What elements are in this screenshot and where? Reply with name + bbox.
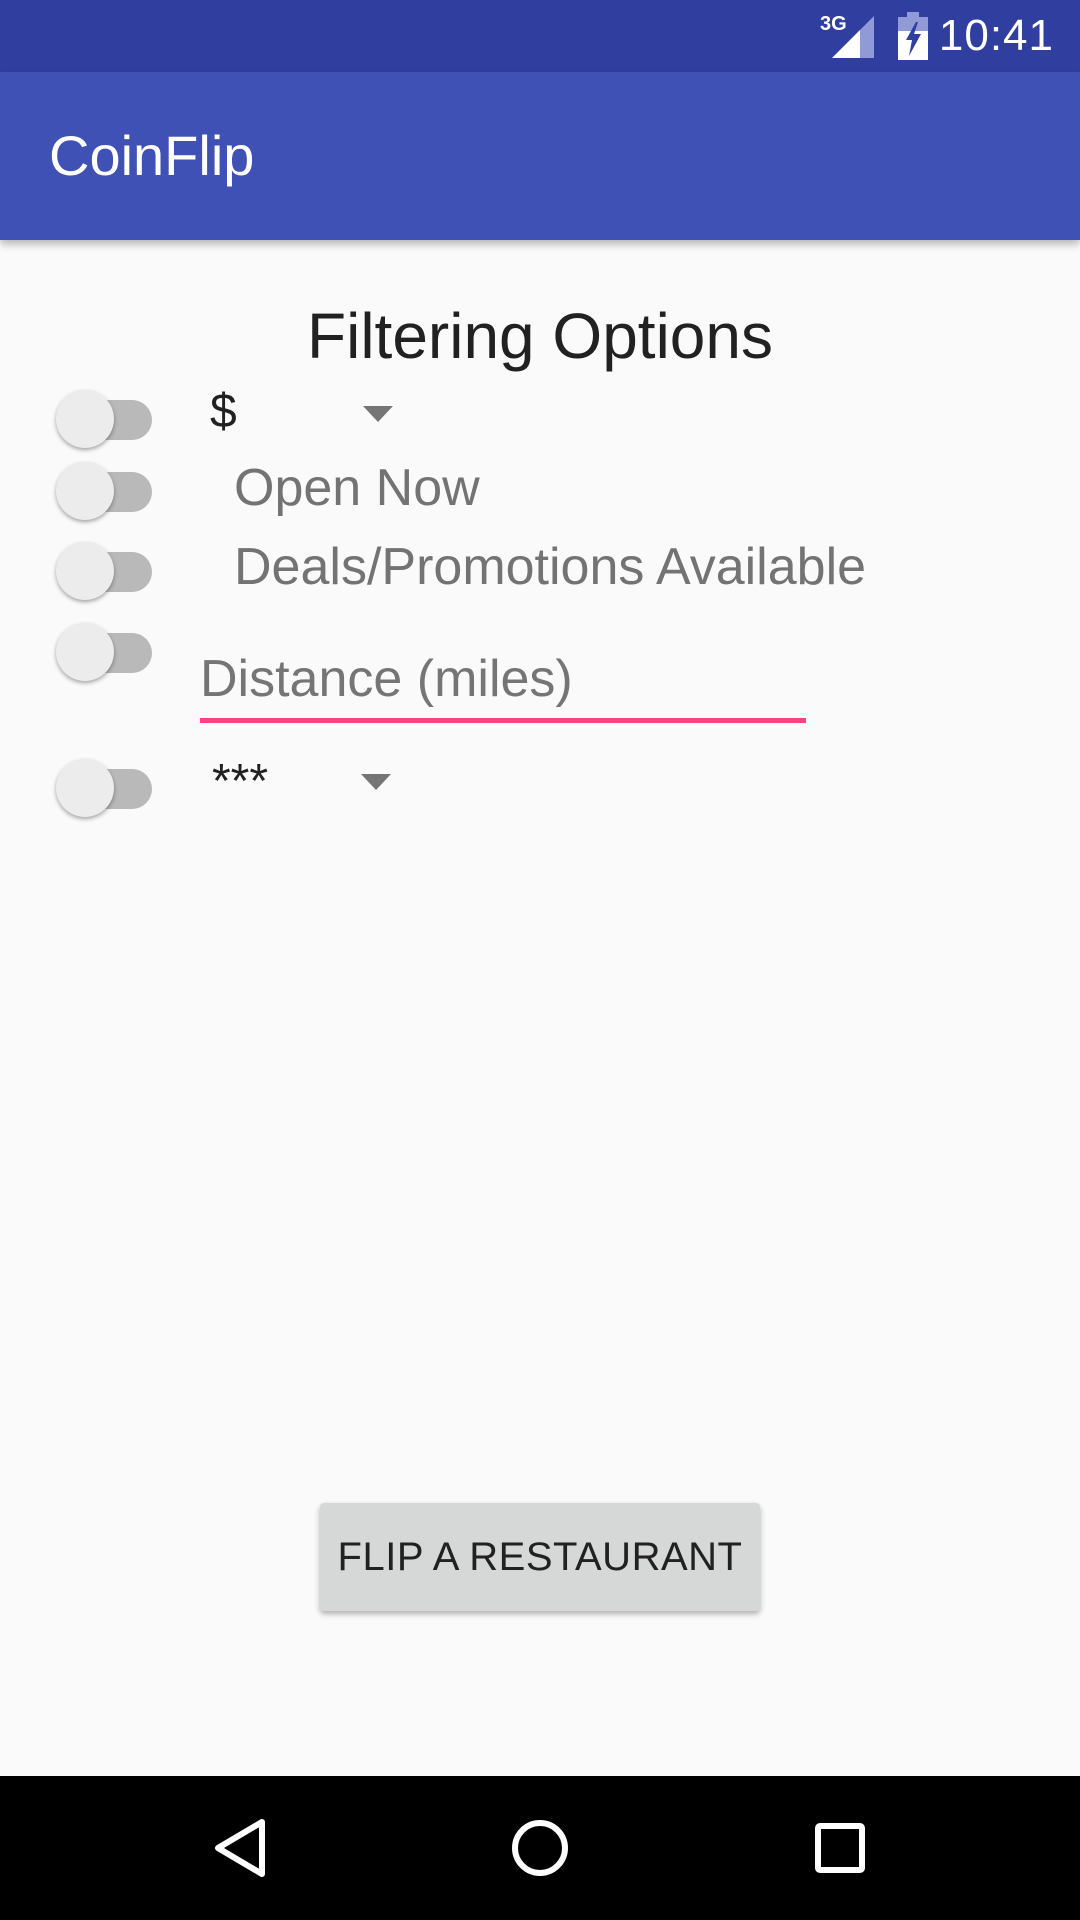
app-bar: CoinFlip [0, 72, 1080, 240]
switch-thumb [56, 462, 114, 520]
status-bar: 3G 10:41 [0, 0, 1080, 72]
back-icon[interactable] [208, 1816, 272, 1880]
distance-input[interactable] [200, 644, 806, 714]
navigation-bar [0, 1776, 1080, 1920]
dropdown-arrow-icon [363, 406, 393, 422]
distance-switch[interactable] [56, 617, 160, 681]
switch-thumb [56, 623, 114, 681]
app-title: CoinFlip [49, 124, 255, 187]
open-now-label: Open Now [234, 459, 480, 517]
battery-charging-icon [898, 12, 928, 60]
deals-switch[interactable] [56, 536, 160, 600]
switch-thumb [56, 759, 114, 817]
rating-filter-switch[interactable] [56, 753, 160, 817]
price-spinner[interactable]: $ [200, 380, 410, 444]
price-filter-switch[interactable] [56, 384, 160, 448]
home-icon[interactable] [508, 1816, 572, 1880]
rating-spinner[interactable]: *** [200, 748, 410, 812]
signal-icon: 3G [820, 13, 874, 58]
recents-icon[interactable] [808, 1816, 872, 1880]
dropdown-arrow-icon [361, 774, 391, 790]
distance-field [200, 640, 806, 724]
distance-input-underline [200, 718, 806, 723]
open-now-switch[interactable] [56, 456, 160, 520]
price-spinner-value: $ [210, 385, 237, 438]
rating-spinner-value: *** [212, 755, 269, 808]
filtering-options-heading: Filtering Options [307, 300, 773, 372]
switch-thumb [56, 542, 114, 600]
deals-label: Deals/Promotions Available [234, 538, 867, 596]
network-type-label: 3G [820, 13, 847, 35]
status-time: 10:41 [938, 11, 1054, 60]
switch-thumb [56, 390, 114, 448]
flip-restaurant-button[interactable]: FLIP A RESTAURANT [320, 1503, 760, 1611]
